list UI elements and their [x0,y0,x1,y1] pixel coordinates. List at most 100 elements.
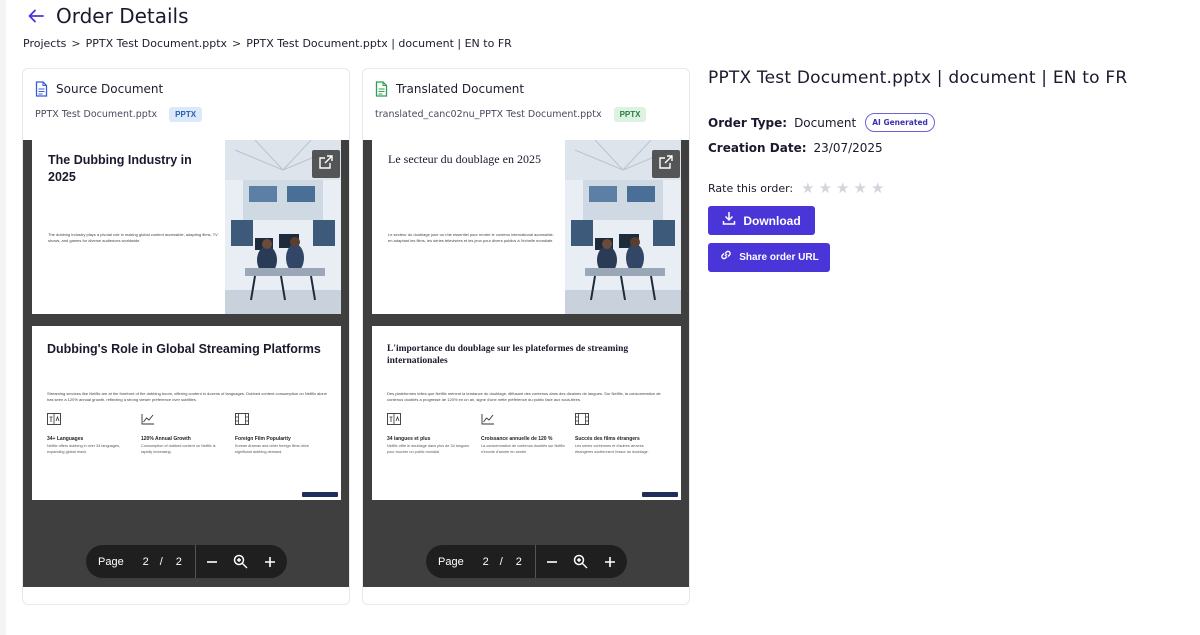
plus-icon [264,556,275,567]
page-total: 2 [175,555,182,568]
slide-title: The Dubbing Industry in 2025 [48,153,192,184]
translate-icon [387,413,401,425]
star-icon[interactable]: ★ [871,181,884,196]
feature-item: 120% Annual Growth Consumption of dubbed… [141,412,226,455]
feature-desc: Korean dramas and other foreign films dr… [235,444,309,454]
minus-icon [546,560,557,563]
card-title: Source Document [56,82,164,96]
magnifier-icon [574,554,588,569]
slide-body: Des plateformes telles que Netflix mènen… [387,391,661,402]
source-document-card: Source Document PPTX Test Document.pptx … [22,68,350,605]
slide-title: Dubbing's Role in Global Streaming Platf… [47,342,321,356]
open-external-icon [658,154,674,175]
feature-title: 34 langues et plus [387,436,431,442]
page-total: 2 [515,555,522,568]
card-title: Translated Document [396,82,525,96]
share-order-url-button[interactable]: Share order URL [708,243,830,272]
slide-2: Dubbing's Role in Global Streaming Platf… [32,326,341,500]
open-external-button[interactable] [312,150,340,178]
star-icon[interactable]: ★ [836,181,849,196]
translated-document-card: Translated Document translated_canc02nu_… [362,68,690,605]
document-viewer[interactable]: Le secteur du doublage en 2025 Le secteu… [363,140,689,587]
file-name: translated_canc02nu_PPTX Test Document.p… [375,109,602,120]
breadcrumb-separator: > [232,37,242,50]
file-name: PPTX Test Document.pptx [35,109,158,120]
film-icon [575,413,589,425]
download-button[interactable]: Download [708,206,815,235]
star-rating: ★ ★ ★ ★ ★ [801,181,884,196]
feature-title: Croissance annuelle de 120 % [481,436,553,442]
star-icon[interactable]: ★ [801,181,814,196]
page-separator: / [159,555,163,568]
open-external-icon [318,154,334,175]
share-label: Share order URL [739,252,819,263]
breadcrumb-separator: > [71,37,81,50]
slide-title: Le secteur du doublage en 2025 [388,152,541,166]
feature-desc: Netflix offers dubbing in over 34 langua… [47,444,120,454]
order-type-row: Order Type: Document AI Generated [708,113,935,132]
pager-divider [194,545,196,578]
growth-chart-icon [481,414,494,425]
zoom-out-button[interactable] [541,551,563,573]
slide-body: The dubbing industry plays a pivotal rol… [48,232,218,243]
feature-item: 34+ Languages Netflix offers dubbing in … [47,412,132,455]
page-header: Order Details [28,4,189,28]
zoom-button[interactable] [570,551,592,573]
zoom-button[interactable] [230,551,252,573]
breadcrumb-project[interactable]: PPTX Test Document.pptx [86,37,227,50]
ai-generated-badge: AI Generated [865,113,935,132]
zoom-in-button[interactable] [599,551,621,573]
page-navigation-bar: Page 2 / 2 [86,545,287,578]
creation-date-value: 23/07/2025 [813,141,883,155]
feature-desc: La consommation de contenus doublés sur … [481,444,566,454]
order-type-value: Document [794,115,857,130]
document-viewer[interactable]: The Dubbing Industry in 2025 The dubbing… [23,140,349,587]
download-label: Download [743,213,801,228]
feature-title: 120% Annual Growth [141,436,191,442]
order-title: PPTX Test Document.pptx | document | EN … [708,68,1128,88]
feature-title: Succès des films étrangers [575,436,640,442]
breadcrumb: Projects > PPTX Test Document.pptx > PPT… [23,37,512,50]
download-icon [722,211,736,230]
order-info-panel: PPTX Test Document.pptx | document | EN … [708,68,1188,272]
feature-desc: Netflix offre le doublage dans plus de 3… [387,444,470,454]
zoom-out-button[interactable] [201,551,223,573]
star-icon[interactable]: ★ [819,181,832,196]
page-separator: / [499,555,503,568]
breadcrumb-projects[interactable]: Projects [23,37,66,50]
link-icon [719,248,733,267]
feature-item: Succès des films étrangers Les séries co… [575,412,660,455]
slide-1: Le secteur du doublage en 2025 Le secteu… [372,140,681,314]
plus-icon [604,556,615,567]
slide-body: Le secteur du doublage joue un rôle esse… [388,232,554,243]
page-title: Order Details [56,4,189,28]
card-header: Translated Document translated_canc02nu_… [363,69,689,141]
feature-item: Croissance annuelle de 120 % La consomma… [481,412,566,455]
feature-title: 34+ Languages [47,436,84,442]
feature-item: 34 langues et plus Netflix offre le doub… [387,412,472,455]
feature-item: Foreign Film Popularity Korean dramas an… [235,412,320,455]
slide-logo [642,492,678,497]
document-icon [35,81,49,97]
translate-icon [47,413,61,425]
slide-logo [302,492,338,497]
rating-row: Rate this order: ★ ★ ★ ★ ★ [708,181,884,196]
magnifier-icon [234,554,248,569]
page-number-input[interactable]: 2 [480,556,492,568]
feature-desc: Consumption of dubbed content on Netflix… [141,444,216,454]
minus-icon [206,560,217,563]
card-header: Source Document PPTX Test Document.pptx … [23,69,349,141]
back-arrow-icon[interactable] [28,7,46,25]
open-external-button[interactable] [652,150,680,178]
file-type-badge: PPTX [169,107,203,122]
page-label: Page [438,555,464,568]
creation-date-label: Creation Date: [708,141,807,155]
feature-desc: Les séries coréennes et d'autres œuvres … [575,444,649,454]
star-icon[interactable]: ★ [854,181,867,196]
creation-date-row: Creation Date: 23/07/2025 [708,141,883,155]
page-number-input[interactable]: 2 [140,556,152,568]
slide-title: L'importance du doublage sur les platefo… [387,344,629,366]
slide-2: L'importance du doublage sur les platefo… [372,326,681,500]
document-icon [375,81,389,97]
zoom-in-button[interactable] [259,551,281,573]
